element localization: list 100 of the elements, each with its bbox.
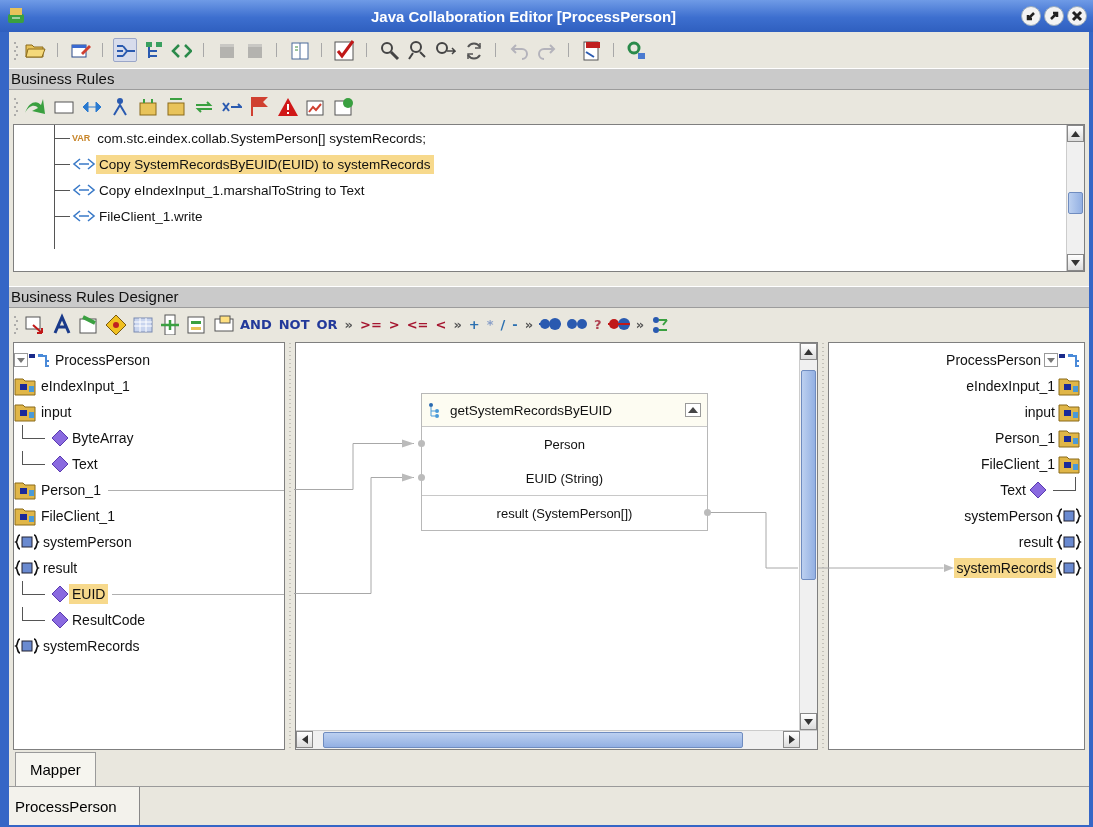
horizontal-scrollbar[interactable] (296, 730, 817, 749)
tree-root-label[interactable]: ProcessPerson (52, 350, 153, 370)
rule-item[interactable]: FileClient_1.write (96, 206, 206, 226)
form-icon (185, 313, 207, 335)
down-arrow-icon (1071, 259, 1080, 266)
folder-icon (14, 375, 38, 397)
folder-icon (14, 401, 38, 423)
scroll-up-button[interactable] (1067, 125, 1084, 142)
tree-item[interactable]: result (1015, 532, 1056, 552)
scroll-right-button[interactable] (783, 731, 800, 748)
rule-item[interactable]: com.stc.eindex.collab.SystemPerson[] systemRecords; (94, 128, 429, 148)
tree-icon (1058, 352, 1082, 368)
connector-line[interactable] (710, 512, 945, 569)
tree-item[interactable]: ByteArray (69, 428, 137, 448)
tree-item[interactable]: FileClient_1 (978, 454, 1058, 474)
tree-item[interactable]: input (38, 402, 75, 422)
tree-item[interactable]: input (1021, 402, 1058, 422)
tree-item[interactable]: EUID (69, 584, 109, 604)
rule-item[interactable]: Copy eIndexInput_1.marshalToString to Text (96, 180, 368, 200)
tree-item[interactable]: systemPerson (961, 506, 1056, 526)
operator-button[interactable]: > (386, 316, 402, 332)
arrow-icon (943, 564, 954, 572)
maximize-button[interactable] (1044, 6, 1064, 26)
mapping-button[interactable] (113, 38, 137, 62)
scrollbar-thumb[interactable] (1068, 192, 1083, 214)
scroll-up-button[interactable] (800, 343, 817, 360)
tree-item[interactable]: result (40, 558, 81, 578)
toolbar-grip[interactable] (13, 314, 19, 334)
vertical-scrollbar[interactable] (799, 343, 817, 730)
page-arrow-icon (23, 313, 45, 335)
vertical-scrollbar[interactable] (1066, 125, 1084, 271)
toolbar-grip[interactable] (13, 96, 19, 116)
operator-button[interactable]: AND (238, 316, 274, 332)
operator-button[interactable]: ? (592, 316, 604, 332)
tree-item[interactable]: Person_1 (992, 428, 1058, 448)
connector-line[interactable] (293, 439, 415, 490)
copy-arrows-icon (72, 157, 96, 171)
operator-button[interactable]: NOT (276, 316, 312, 332)
operator-button[interactable]: » (633, 316, 647, 332)
operator-button[interactable]: » (342, 316, 355, 332)
operator-button[interactable]: » (522, 316, 536, 332)
collapse-toggle[interactable] (1044, 353, 1058, 367)
operator-button[interactable]: OR (314, 316, 340, 332)
scroll-left-button[interactable] (296, 731, 313, 748)
folder-icon (14, 479, 38, 501)
tree-item[interactable]: eIndexInput_1 (38, 376, 133, 396)
checkbox-icon (333, 39, 355, 61)
tree-item[interactable]: systemPerson (40, 532, 135, 552)
braces-icon (1056, 507, 1082, 525)
tree-icon (428, 402, 440, 418)
tree-root-label[interactable]: ProcessPerson (943, 350, 1044, 370)
close-button[interactable] (1067, 6, 1087, 26)
output-port-label: result (SystemPerson[]) (496, 505, 633, 521)
document-tab[interactable]: ProcessPerson (9, 787, 140, 825)
operator-button[interactable]: < (433, 316, 449, 332)
tree-item[interactable]: systemRecords (40, 636, 143, 656)
toolbar-grip[interactable] (13, 40, 19, 60)
diamond-icon (51, 611, 69, 629)
method-title: getSystemRecordsByEUID (450, 402, 614, 418)
tree-item[interactable]: systemRecords (953, 558, 1056, 578)
folder-icon (14, 505, 38, 527)
operator-button[interactable]: + (466, 316, 482, 332)
diamond-sign-icon (104, 313, 126, 335)
checkbox-button[interactable] (332, 38, 356, 62)
tree-item[interactable]: FileClient_1 (38, 506, 118, 526)
tree-item[interactable]: Text (997, 480, 1029, 500)
folder-icon (1058, 375, 1082, 397)
folder-icon (1058, 453, 1082, 475)
box-arrow-icon (77, 313, 99, 335)
down-arrow-icon (804, 718, 813, 725)
tree-item[interactable]: ResultCode (69, 610, 149, 630)
scrollbar-thumb[interactable] (323, 732, 743, 748)
operator-button[interactable]: >= (358, 316, 384, 332)
braces-icon (14, 559, 40, 577)
operator-button[interactable]: » (451, 316, 464, 332)
collapse-button[interactable] (685, 403, 701, 417)
scroll-down-button[interactable] (1067, 254, 1084, 271)
braces-icon (14, 533, 40, 551)
collapse-toggle[interactable] (14, 353, 28, 367)
view-tab[interactable]: Mapper (15, 752, 96, 786)
braces-icon (1056, 533, 1082, 551)
tree-icon (28, 352, 52, 368)
magnifier-icon (406, 39, 428, 61)
operator-button[interactable]: - (510, 316, 520, 332)
braces-icon (14, 637, 40, 655)
operator-button[interactable]: / (498, 316, 508, 332)
folder-icon (1058, 401, 1082, 423)
scroll-down-button[interactable] (800, 713, 817, 730)
copy-arrows-icon (72, 209, 96, 223)
minimize-button[interactable] (1021, 6, 1041, 26)
diamond-sign-button[interactable] (103, 312, 127, 336)
scrollbar-thumb[interactable] (801, 370, 816, 580)
tree-item[interactable]: eIndexInput_1 (963, 376, 1058, 396)
tree-line (22, 606, 45, 621)
rule-item[interactable]: Copy SystemRecordsByEUID(EUID) to systemRecords (96, 154, 434, 174)
operator-button[interactable]: <= (404, 316, 431, 332)
tree-item[interactable]: Text (69, 454, 101, 474)
method-box[interactable]: getSystemRecordsByEUID Person EUID (String) result (SystemPerson[]) (421, 393, 708, 531)
section-header: Business Rules (9, 68, 1089, 90)
tree-item[interactable]: Person_1 (38, 480, 104, 500)
